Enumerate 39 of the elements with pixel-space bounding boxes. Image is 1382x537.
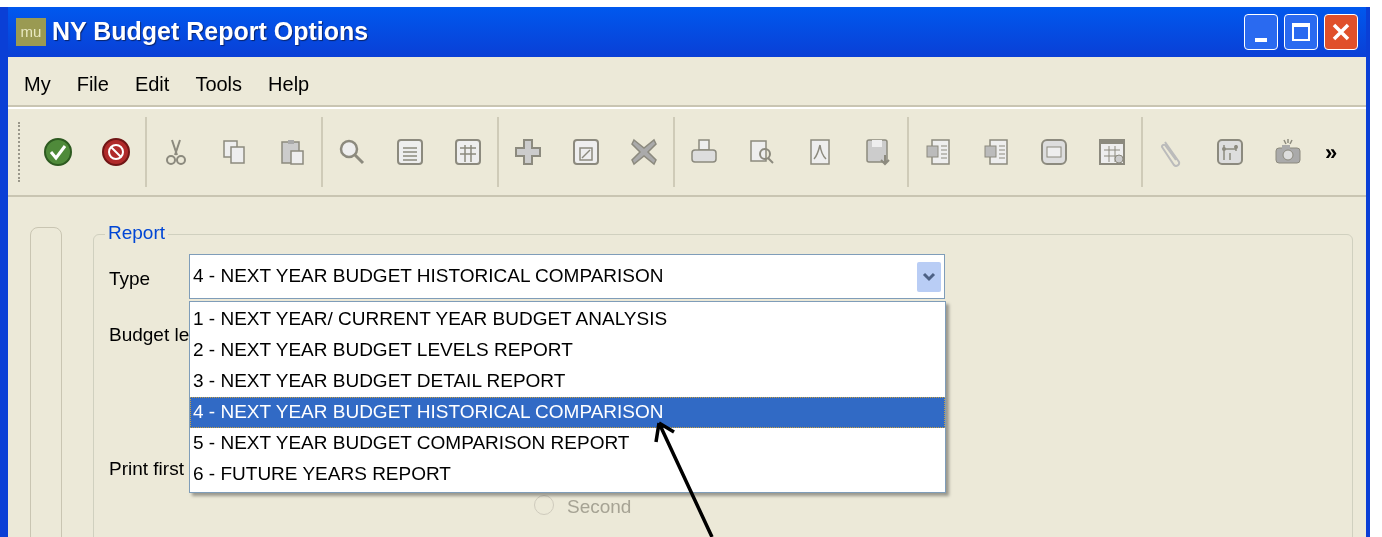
dropdown-option[interactable]: 6 - FUTURE YEARS REPORT: [190, 459, 945, 490]
radio-label: Second: [567, 495, 632, 519]
delete-icon[interactable]: [629, 137, 659, 167]
check-icon[interactable]: [43, 137, 73, 167]
menu-item[interactable]: Tools: [195, 69, 243, 99]
diagram-icon[interactable]: [1215, 137, 1245, 167]
dropdown-option[interactable]: 1 - NEXT YEAR/ CURRENT YEAR BUDGET ANALYSIS: [190, 304, 945, 335]
list-icon[interactable]: [395, 137, 425, 167]
dropdown-option[interactable]: 4 - NEXT YEAR BUDGET HISTORICAL COMPARISON: [190, 397, 945, 428]
grid-icon[interactable]: [453, 137, 483, 167]
search-icon[interactable]: [337, 137, 367, 167]
dropdown-option[interactable]: 2 - NEXT YEAR BUDGET LEVELS REPORT: [190, 335, 945, 366]
dropdown-option[interactable]: 5 - NEXT YEAR BUDGET COMPARISON REPORT: [190, 428, 945, 459]
stop-icon[interactable]: [101, 137, 131, 167]
minimize-button[interactable]: [1244, 14, 1278, 50]
menu-item[interactable]: File: [76, 69, 109, 99]
overflow-button[interactable]: »: [1325, 135, 1338, 169]
report-type-dropdown[interactable]: 4 - NEXT YEAR BUDGET HISTORICAL COMPARISON: [189, 254, 945, 299]
plus-icon[interactable]: [513, 137, 543, 167]
menu-item[interactable]: Edit: [134, 69, 170, 99]
form-icon[interactable]: [1039, 137, 1069, 167]
menu-item[interactable]: My: [24, 69, 51, 99]
close-button[interactable]: [1324, 14, 1358, 50]
menu-item[interactable]: Help: [268, 69, 310, 99]
field-label: Budget le: [109, 323, 190, 347]
window-title: NY Budget Report Options: [52, 16, 370, 48]
close-icon: [1331, 22, 1351, 42]
camera-icon[interactable]: [1273, 137, 1303, 167]
edit-icon[interactable]: [571, 137, 601, 167]
toolbar-grip[interactable]: [18, 122, 21, 182]
floppy-icon[interactable]: [863, 137, 893, 167]
field-label: Type: [109, 267, 151, 291]
spreadsheet-icon[interactable]: [923, 137, 953, 167]
word-document-icon[interactable]: [981, 137, 1011, 167]
calendar-icon[interactable]: [1097, 137, 1127, 167]
maximize-button[interactable]: [1284, 14, 1318, 50]
field-label: Print first: [109, 457, 184, 481]
dropdown-option[interactable]: 3 - NEXT YEAR BUDGET DETAIL REPORT: [190, 366, 945, 397]
app-icon: mu: [16, 18, 46, 46]
